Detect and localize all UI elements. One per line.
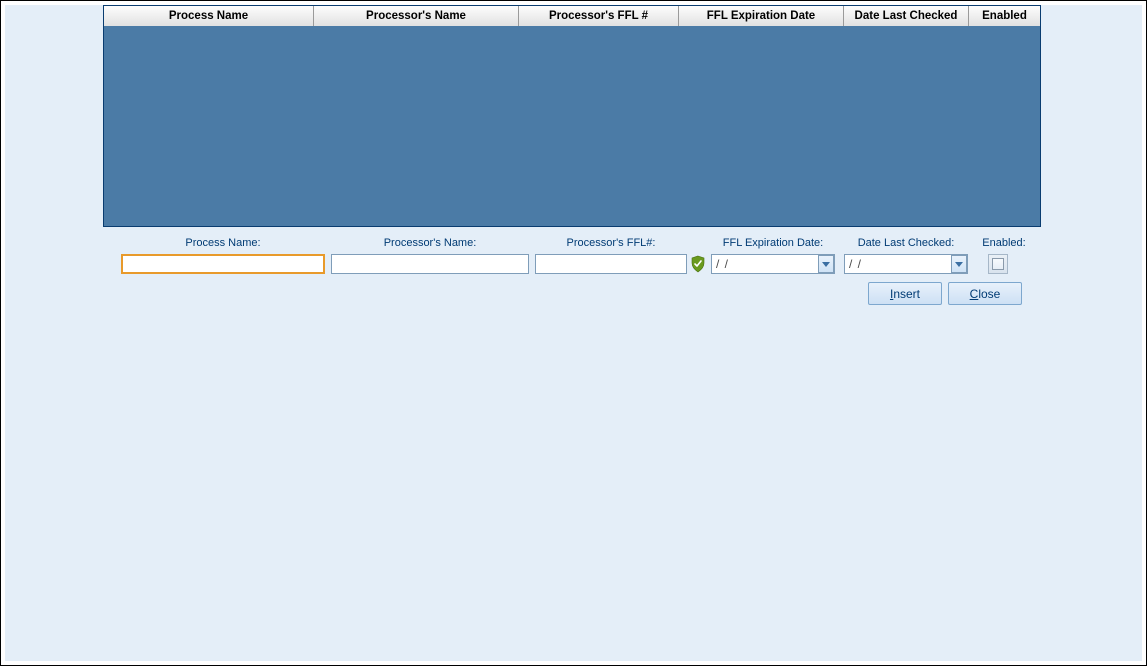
- label-ffl: Processor's FFL#:: [535, 236, 687, 254]
- last-checked-date-text: / /: [845, 257, 951, 271]
- expiration-dropdown-button[interactable]: [818, 255, 834, 273]
- column-header-process-name[interactable]: Process Name: [104, 6, 314, 26]
- field-process-name: Process Name:: [121, 236, 325, 274]
- column-header-expiration[interactable]: FFL Expiration Date: [679, 6, 844, 26]
- last-checked-dropdown-button[interactable]: [951, 255, 967, 273]
- label-processor-name: Processor's Name:: [331, 236, 529, 254]
- label-process-name: Process Name:: [121, 236, 325, 254]
- window: Process Name Processor's Name Processor'…: [0, 0, 1147, 666]
- checkbox-inner: [992, 258, 1004, 270]
- field-processor-name: Processor's Name:: [331, 236, 529, 274]
- process-name-input[interactable]: [121, 254, 325, 274]
- label-expiration: FFL Expiration Date:: [698, 236, 848, 254]
- field-last-checked: Date Last Checked: / /: [844, 236, 968, 274]
- field-ffl: Processor's FFL#:: [535, 236, 687, 274]
- label-enabled: Enabled:: [979, 236, 1029, 254]
- last-checked-date-input[interactable]: / /: [844, 254, 968, 274]
- expiration-date-input[interactable]: / /: [711, 254, 835, 274]
- processor-name-input[interactable]: [331, 254, 529, 274]
- column-header-last-checked[interactable]: Date Last Checked: [844, 6, 969, 26]
- column-header-enabled[interactable]: Enabled: [969, 6, 1040, 26]
- field-enabled: Enabled:: [979, 236, 1029, 254]
- label-last-checked: Date Last Checked:: [831, 236, 981, 254]
- grid-body[interactable]: [104, 26, 1040, 226]
- button-row: Insert Close: [868, 282, 1022, 305]
- form-row: Process Name: Processor's Name: Processo…: [121, 236, 1026, 281]
- ffl-input[interactable]: [535, 254, 687, 274]
- column-header-ffl[interactable]: Processor's FFL #: [519, 6, 679, 26]
- insert-button[interactable]: Insert: [868, 282, 942, 305]
- expiration-date-text: / /: [712, 257, 818, 271]
- data-grid[interactable]: Process Name Processor's Name Processor'…: [103, 5, 1041, 227]
- field-expiration: FFL Expiration Date: / /: [711, 236, 835, 274]
- enabled-checkbox[interactable]: [988, 254, 1008, 274]
- shield-icon: [690, 255, 706, 273]
- column-header-processor-name[interactable]: Processor's Name: [314, 6, 519, 26]
- panel: Process Name Processor's Name Processor'…: [5, 5, 1142, 661]
- grid-header: Process Name Processor's Name Processor'…: [104, 6, 1040, 26]
- close-button[interactable]: Close: [948, 282, 1022, 305]
